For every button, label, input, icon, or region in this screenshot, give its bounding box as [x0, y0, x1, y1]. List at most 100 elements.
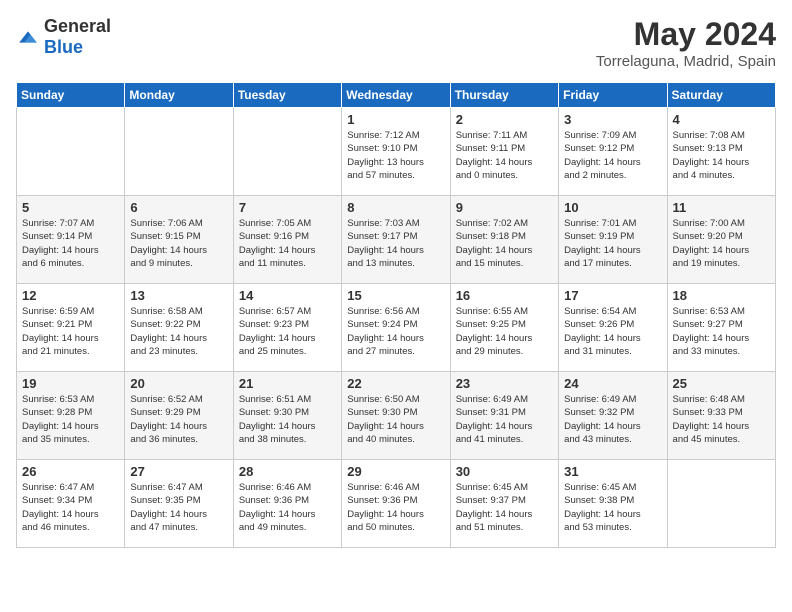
calendar-cell: [125, 108, 233, 196]
calendar-cell: 24Sunrise: 6:49 AMSunset: 9:32 PMDayligh…: [559, 372, 667, 460]
calendar-cell: 5Sunrise: 7:07 AMSunset: 9:14 PMDaylight…: [17, 196, 125, 284]
calendar-cell: 4Sunrise: 7:08 AMSunset: 9:13 PMDaylight…: [667, 108, 775, 196]
calendar-cell: 15Sunrise: 6:56 AMSunset: 9:24 PMDayligh…: [342, 284, 450, 372]
daylight-hours: Daylight: 14 hours: [347, 421, 424, 432]
calendar-cell: 14Sunrise: 6:57 AMSunset: 9:23 PMDayligh…: [233, 284, 341, 372]
daylight-hours: Daylight: 14 hours: [564, 333, 641, 344]
day-info: Sunrise: 7:02 AMSunset: 9:18 PMDaylight:…: [456, 217, 553, 270]
day-info-line: Sunset: 9:27 PM: [673, 319, 743, 330]
daylight-hours: Daylight: 14 hours: [456, 333, 533, 344]
day-info-line: Sunset: 9:28 PM: [22, 407, 92, 418]
header-monday: Monday: [125, 83, 233, 108]
calendar-cell: 11Sunrise: 7:00 AMSunset: 9:20 PMDayligh…: [667, 196, 775, 284]
day-number: 8: [347, 200, 444, 215]
logo-blue-text: Blue: [44, 37, 83, 57]
month-title: May 2024: [596, 16, 776, 53]
day-info-line: and 6 minutes.: [22, 258, 84, 269]
day-info-line: Sunrise: 6:46 AM: [239, 482, 311, 493]
day-info-line: Sunset: 9:35 PM: [130, 495, 200, 506]
day-info: Sunrise: 6:53 AM Sunset: 9:27 PM Daylight:…: [673, 305, 770, 358]
day-info-line: Sunset: 9:30 PM: [347, 407, 417, 418]
day-number: 17: [564, 288, 661, 303]
day-info-line: and 57 minutes.: [347, 170, 415, 181]
day-info-line: and 40 minutes.: [347, 434, 415, 445]
logo-general-text: General: [44, 16, 111, 36]
day-info-line: Sunset: 9:12 PM: [564, 143, 634, 154]
day-info-line: Sunrise: 7:01 AM: [564, 218, 636, 229]
day-info: Sunrise: 7:11 AMSunset: 9:11 PMDaylight:…: [456, 129, 553, 182]
day-info-line: Sunrise: 7:08 AM: [673, 130, 745, 141]
day-info: Sunrise: 6:49 AMSunset: 9:32 PMDaylight:…: [564, 393, 661, 446]
day-number: 20: [130, 376, 227, 391]
day-info-line: Sunrise: 7:05 AM: [239, 218, 311, 229]
day-info-line: Sunrise: 7:09 AM: [564, 130, 636, 141]
day-info-line: Sunset: 9:17 PM: [347, 231, 417, 242]
header-friday: Friday: [559, 83, 667, 108]
day-info-line: Sunset: 9:34 PM: [22, 495, 92, 506]
calendar-header-row: SundayMondayTuesdayWednesdayThursdayFrid…: [17, 83, 776, 108]
day-info-line: and 9 minutes.: [130, 258, 192, 269]
day-number: 11: [673, 200, 770, 215]
day-info-line: Sunset: 9:36 PM: [347, 495, 417, 506]
day-info-line: Sunset: 9:11 PM: [456, 143, 526, 154]
day-info-line: Sunrise: 6:48 AM: [673, 394, 745, 405]
day-info-line: and 0 minutes.: [456, 170, 518, 181]
day-info: Sunrise: 7:05 AMSunset: 9:16 PMDaylight:…: [239, 217, 336, 270]
day-info-line: Sunrise: 7:02 AM: [456, 218, 528, 229]
day-info-line: and 17 minutes.: [564, 258, 632, 269]
calendar-cell: 20Sunrise: 6:52 AMSunset: 9:29 PMDayligh…: [125, 372, 233, 460]
day-info-line: and 33 minutes.: [673, 346, 741, 357]
day-info: Sunrise: 6:47 AMSunset: 9:35 PMDaylight:…: [130, 481, 227, 534]
day-info: Sunrise: 6:45 AMSunset: 9:38 PMDaylight:…: [564, 481, 661, 534]
calendar-week-row: 26Sunrise: 6:47 AMSunset: 9:34 PMDayligh…: [17, 460, 776, 548]
daylight-hours: Daylight: 14 hours: [347, 245, 424, 256]
day-info-line: and 51 minutes.: [456, 522, 524, 533]
day-info-line: Sunrise: 6:47 AM: [22, 482, 94, 493]
daylight-hours: Daylight: 14 hours: [673, 157, 750, 168]
day-number: 10: [564, 200, 661, 215]
day-info-line: Sunrise: 6:53 AM: [673, 306, 745, 317]
day-info-line: and 13 minutes.: [347, 258, 415, 269]
day-info: Sunrise: 6:56 AMSunset: 9:24 PMDaylight:…: [347, 305, 444, 358]
day-number: 28: [239, 464, 336, 479]
daylight-hours: Daylight: 14 hours: [564, 157, 641, 168]
day-info-line: Sunset: 9:33 PM: [673, 407, 743, 418]
day-info-line: Sunrise: 7:06 AM: [130, 218, 202, 229]
day-info: Sunrise: 6:46 AMSunset: 9:36 PMDaylight:…: [239, 481, 336, 534]
logo-icon: [16, 25, 40, 49]
location-title: Torrelaguna, Madrid, Spain: [596, 53, 776, 70]
calendar-cell: 13Sunrise: 6:58 AMSunset: 9:22 PMDayligh…: [125, 284, 233, 372]
day-info: Sunrise: 7:08 AMSunset: 9:13 PMDaylight:…: [673, 129, 770, 182]
calendar-cell: 27Sunrise: 6:47 AMSunset: 9:35 PMDayligh…: [125, 460, 233, 548]
day-number: 9: [456, 200, 553, 215]
calendar-cell: 18 Sunrise: 6:53 AM Sunset: 9:27 PM Dayligh…: [667, 284, 775, 372]
day-number: 29: [347, 464, 444, 479]
day-info-line: Sunset: 9:24 PM: [347, 319, 417, 330]
daylight-hours: Daylight: 13 hours: [347, 157, 424, 168]
calendar-cell: 9Sunrise: 7:02 AMSunset: 9:18 PMDaylight…: [450, 196, 558, 284]
daylight-hours: Daylight: 14 hours: [456, 509, 533, 520]
daylight-hours: Daylight: 14 hours: [673, 421, 750, 432]
calendar-cell: 8 Sunrise: 7:03 AM Sunset: 9:17 PM Daylight…: [342, 196, 450, 284]
daylight-hours: Daylight: 14 hours: [22, 421, 99, 432]
day-info-line: and 53 minutes.: [564, 522, 632, 533]
day-info: Sunrise: 6:50 AMSunset: 9:30 PMDaylight:…: [347, 393, 444, 446]
page-header: General Blue May 2024 Torrelaguna, Madri…: [16, 16, 776, 70]
day-info: Sunrise: 6:49 AMSunset: 9:31 PMDaylight:…: [456, 393, 553, 446]
calendar-cell: 30Sunrise: 6:45 AMSunset: 9:37 PMDayligh…: [450, 460, 558, 548]
daylight-hours: Daylight: 14 hours: [347, 333, 424, 344]
daylight-hours: Daylight: 14 hours: [22, 333, 99, 344]
day-number: 31: [564, 464, 661, 479]
daylight-hours: Daylight: 14 hours: [673, 333, 750, 344]
daylight-hours: Daylight: 14 hours: [130, 333, 207, 344]
day-info-line: Sunset: 9:18 PM: [456, 231, 526, 242]
day-info-line: Sunrise: 6:49 AM: [456, 394, 528, 405]
calendar-cell: [17, 108, 125, 196]
calendar-cell: 22Sunrise: 6:50 AMSunset: 9:30 PMDayligh…: [342, 372, 450, 460]
day-info-line: Sunrise: 7:03 AM: [347, 218, 419, 229]
day-info-line: Sunrise: 7:11 AM: [456, 130, 528, 141]
day-info-line: Sunset: 9:30 PM: [239, 407, 309, 418]
day-info: Sunrise: 6:57 AMSunset: 9:23 PMDaylight:…: [239, 305, 336, 358]
day-info-line: Sunset: 9:19 PM: [564, 231, 634, 242]
day-number: 18: [673, 288, 770, 303]
